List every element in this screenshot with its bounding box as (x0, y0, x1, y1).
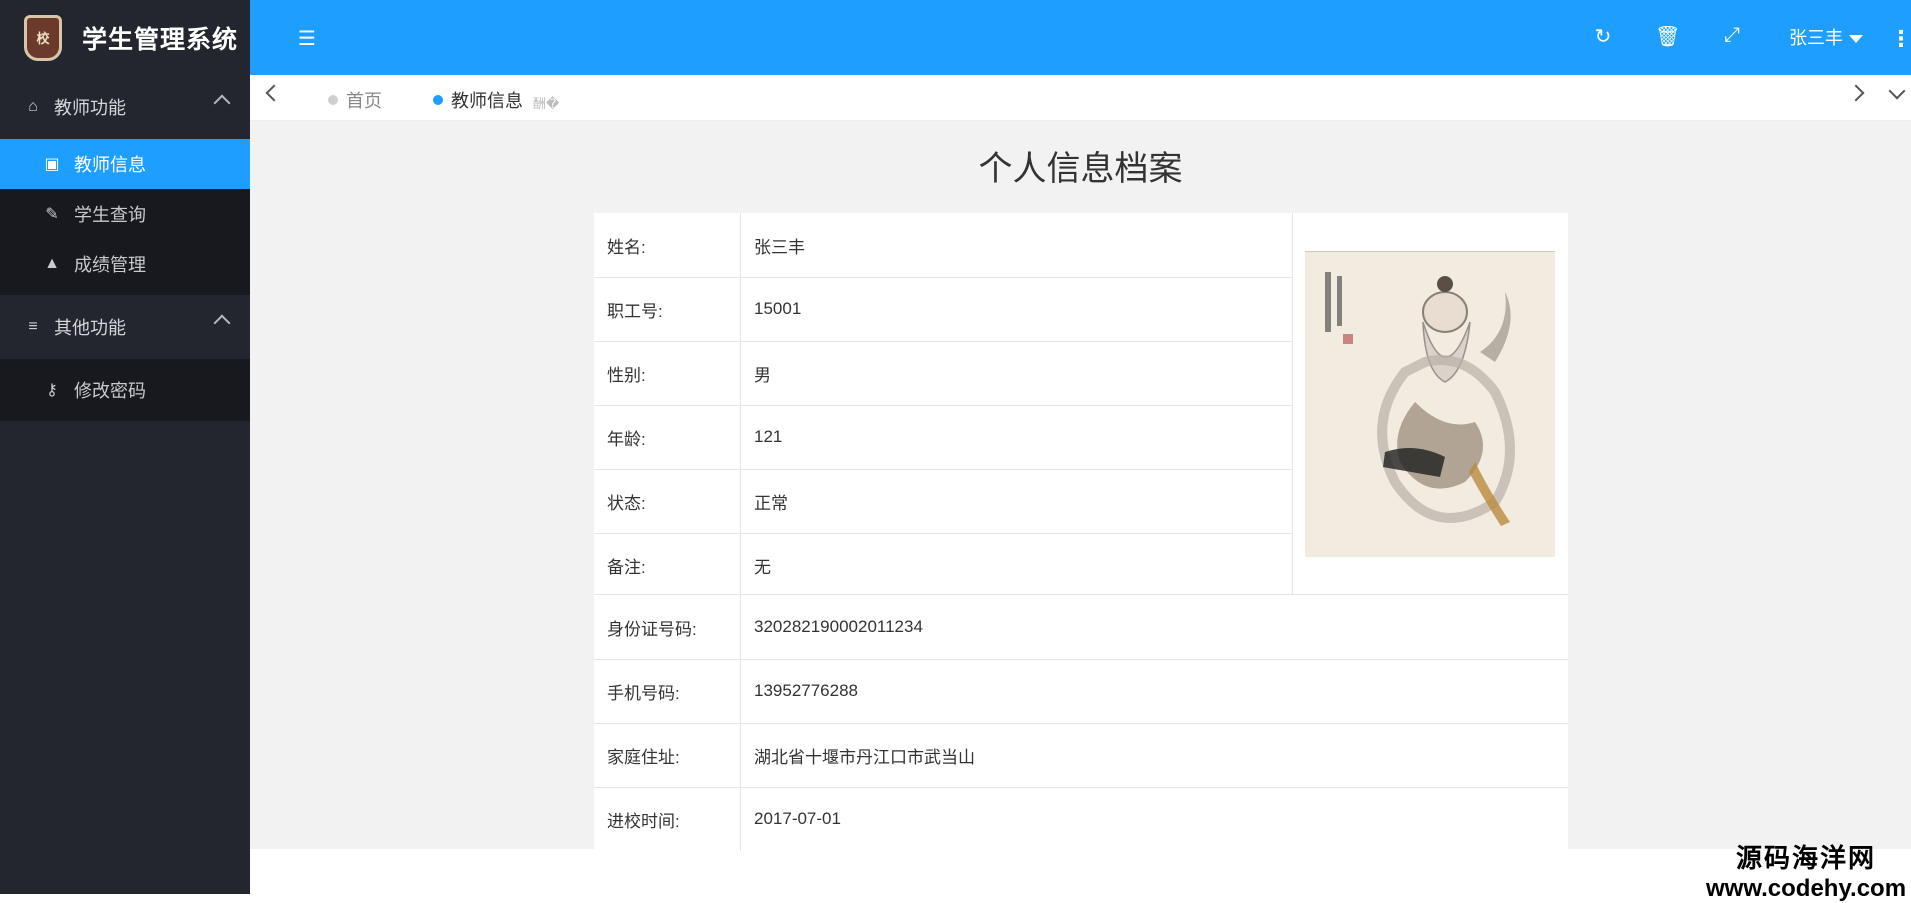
chevron-down-icon[interactable] (1888, 82, 1906, 100)
sidebar-item-student-query[interactable]: ✎ 学生查询 (0, 189, 250, 239)
watermark-line1: 源码海洋网 (1735, 843, 1876, 873)
sidebar-group-label: 其他功能 (54, 318, 126, 338)
field-row: 性别: 男 (594, 341, 1292, 405)
tab-label: 首页 (346, 91, 382, 111)
field-label: 状态: (594, 469, 741, 533)
sidebar-item-change-password[interactable]: ⚷ 修改密码 (0, 365, 250, 415)
more-vertical-icon[interactable]: ⋮ (1890, 26, 1911, 52)
field-row: 家庭住址: 湖北省十堰市丹江口市武当山 (594, 723, 1568, 787)
watermark: 源码海洋网 www.codehy.com (1706, 838, 1906, 903)
chevron-left-icon[interactable] (265, 84, 283, 102)
tab-home[interactable]: 首页 (328, 87, 382, 113)
sidebar: 校 学生管理系统 ⌂ 教师功能 ▣ 教师信息 ✎ 学生查询 ▲ 成绩管理 ≡ 其… (0, 0, 250, 894)
field-row: 身份证号码: 320282190002011234 (594, 595, 1568, 659)
sidebar-item-label: 修改密码 (74, 381, 146, 401)
refresh-icon[interactable]: ↻ (1591, 24, 1615, 49)
caret-down-icon (1849, 35, 1863, 44)
app-title: 学生管理系统 (82, 25, 239, 54)
photo-cell (1293, 213, 1568, 594)
field-label: 手机号码: (594, 659, 741, 723)
briefcase-icon: ▣ (44, 156, 60, 173)
top-bar: ☰ ↻ 🗑 ⤢ 张三丰 ⋮ (250, 0, 1911, 75)
field-row: 年龄: 121 (594, 405, 1292, 469)
tab-dot (328, 95, 338, 105)
fullscreen-icon[interactable]: ⤢ (1720, 24, 1744, 47)
field-label: 身份证号码: (594, 595, 741, 659)
field-row: 手机号码: 13952776288 (594, 659, 1568, 723)
field-value: 13952776288 (754, 681, 859, 700)
tab-close-icon[interactable]: 酬� (533, 93, 559, 112)
field-label: 性别: (594, 341, 741, 405)
pencil-icon: ✎ (45, 206, 59, 223)
field-row: 职工号: 15001 (594, 277, 1292, 341)
field-value: 张三丰 (754, 237, 805, 257)
sidebar-group-teacher[interactable]: ⌂ 教师功能 (0, 75, 250, 139)
key-icon: ⚷ (46, 382, 58, 399)
field-value: 男 (754, 365, 771, 385)
field-row: 姓名: 张三丰 (594, 213, 1292, 277)
profile-card: 姓名: 张三丰 职工号: 15001 性别: 男 年龄: 121 状态: 正常 … (594, 213, 1568, 851)
graduation-cap-icon: ▲ (44, 255, 60, 272)
user-name: 张三丰 (1789, 28, 1843, 48)
field-label: 年龄: (594, 405, 741, 469)
field-label: 职工号: (594, 277, 741, 341)
chevron-up-icon (213, 94, 231, 112)
sidebar-item-teacher-info[interactable]: ▣ 教师信息 (0, 139, 250, 189)
field-row: 备注: 无 (594, 533, 1292, 597)
field-value: 湖北省十堰市丹江口市武当山 (754, 747, 975, 767)
menu-toggle-icon[interactable]: ☰ (298, 26, 322, 50)
sidebar-item-label: 学生查询 (74, 205, 146, 225)
field-value: 320282190002011234 (754, 617, 923, 636)
sidebar-group-label: 教师功能 (54, 98, 126, 118)
field-value: 2017-07-01 (754, 809, 841, 828)
page-title: 个人信息档案 (978, 150, 1183, 188)
field-value: 121 (754, 427, 783, 446)
field-row: 进校时间: 2017-07-01 (594, 787, 1568, 851)
field-value: 无 (754, 557, 771, 577)
field-label: 姓名: (594, 213, 741, 277)
sidebar-item-label: 成绩管理 (74, 255, 146, 275)
watermark-line2: www.codehy.com (1706, 875, 1907, 902)
tabs-bar: 首页 教师信息 酬� (250, 75, 1911, 121)
field-value: 正常 (754, 493, 788, 513)
profile-photo (1305, 251, 1555, 557)
chevron-right-icon[interactable] (1847, 84, 1865, 102)
user-menu[interactable]: 张三丰 (1789, 24, 1863, 50)
field-label: 家庭住址: (594, 723, 741, 787)
home-icon: ⌂ (28, 98, 38, 115)
school-logo: 校 (24, 14, 62, 61)
trash-icon[interactable]: 🗑 (1655, 24, 1680, 49)
tab-label: 教师信息 (451, 91, 523, 111)
brand: 校 学生管理系统 (0, 0, 250, 75)
main-content: 个人信息档案 姓名: 张三丰 职工号: 15001 性别: 男 年龄: 121 … (250, 121, 1911, 851)
tab-teacher-info[interactable]: 教师信息 酬� (433, 87, 559, 113)
sidebar-item-grade-management[interactable]: ▲ 成绩管理 (0, 239, 250, 289)
field-label: 备注: (594, 533, 741, 597)
list-icon: ≡ (28, 318, 38, 335)
field-row: 状态: 正常 (594, 469, 1292, 533)
chevron-up-icon (213, 314, 231, 332)
sidebar-group-other[interactable]: ≡ 其他功能 (0, 295, 250, 359)
field-label: 进校时间: (594, 787, 741, 851)
tab-dot (433, 95, 443, 105)
sidebar-item-label: 教师信息 (74, 155, 146, 175)
field-value: 15001 (754, 299, 802, 318)
